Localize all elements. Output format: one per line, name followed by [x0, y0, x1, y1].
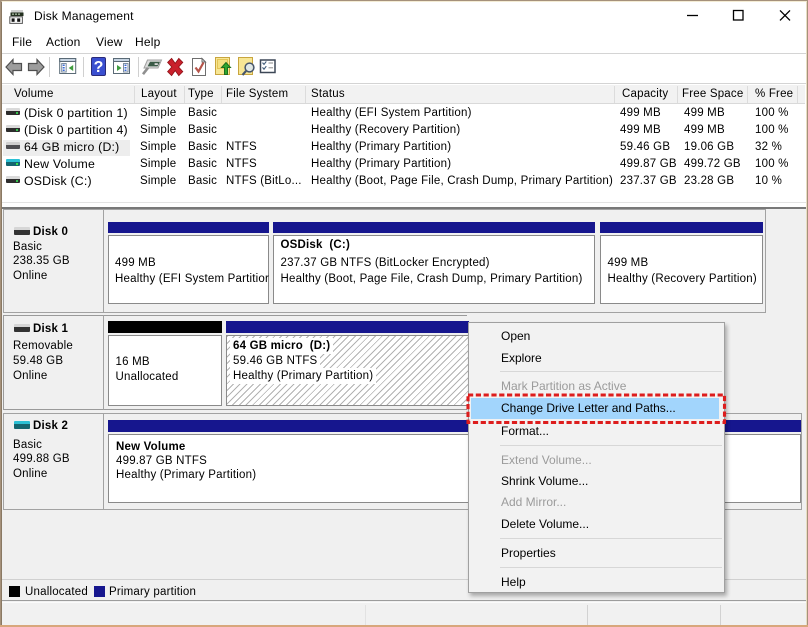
svg-text:?: ?: [94, 59, 104, 76]
